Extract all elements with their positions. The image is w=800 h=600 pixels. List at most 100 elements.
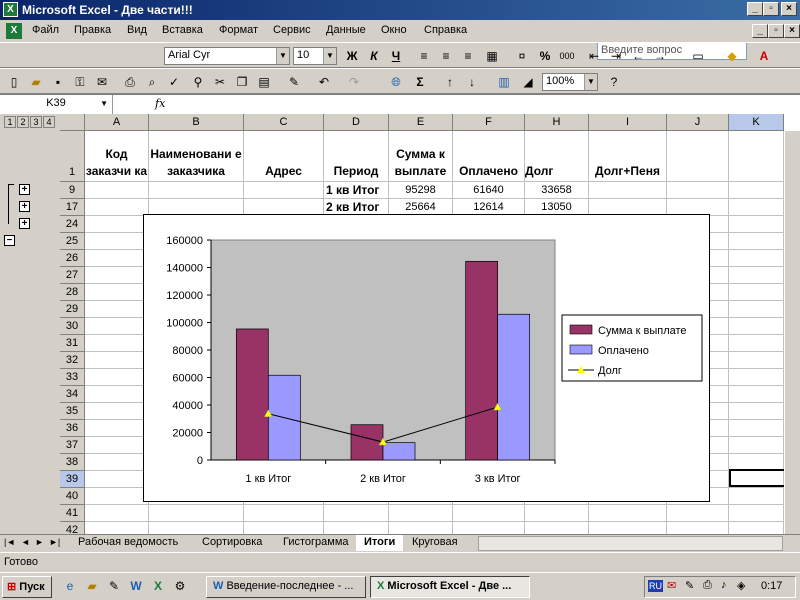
menu-view[interactable]: Вид (127, 24, 147, 36)
cell[interactable] (729, 505, 784, 522)
cell[interactable] (324, 522, 389, 534)
sort-ascending-icon[interactable]: ↑ (440, 73, 460, 91)
row-header-30[interactable]: 30 (60, 318, 85, 335)
cell[interactable] (324, 505, 389, 522)
row-header-36[interactable]: 36 (60, 420, 85, 437)
row-header-26[interactable]: 26 (60, 250, 85, 267)
save-icon[interactable]: ▪ (48, 73, 68, 91)
decrease-indent-icon[interactable]: ⇤ (584, 47, 604, 65)
cell-period[interactable]: 1 кв Итог (324, 182, 389, 199)
cell[interactable] (729, 403, 784, 420)
column-header-f[interactable]: F (453, 114, 525, 131)
column-header-e[interactable]: E (389, 114, 453, 131)
cell-i9[interactable] (589, 182, 667, 199)
copy-icon[interactable]: ❐ (232, 73, 252, 91)
cell[interactable] (85, 471, 149, 488)
column-header-k[interactable]: K (729, 114, 784, 131)
last-sheet-icon[interactable]: ►| (49, 537, 60, 547)
cell[interactable] (85, 488, 149, 505)
restore-button[interactable]: ▫ (763, 2, 779, 16)
percent-button[interactable]: % (535, 47, 555, 65)
outline-level-2-button[interactable]: 2 (17, 116, 29, 128)
header-cell-a[interactable]: Код заказчи ка (85, 131, 149, 182)
sort-descending-icon[interactable]: ↓ (462, 73, 482, 91)
outline-level-3-button[interactable]: 3 (30, 116, 42, 128)
column-header-h[interactable]: H (525, 114, 589, 131)
cell[interactable] (85, 250, 149, 267)
prev-sheet-icon[interactable]: ◄ (21, 537, 30, 547)
sheet-tab-pie[interactable]: Круговая (404, 535, 466, 551)
header-cell-b[interactable]: Наименовани е заказчика (149, 131, 244, 182)
column-header-i[interactable]: I (589, 114, 667, 131)
bar[interactable] (235, 328, 269, 461)
cell[interactable] (729, 233, 784, 250)
cell[interactable] (667, 505, 729, 522)
column-header-c[interactable]: C (244, 114, 324, 131)
tray-speaker-icon[interactable]: ♪ (721, 579, 727, 591)
sheet-tab-workbook[interactable]: Рабочая ведомость (70, 535, 186, 551)
doc-restore-button[interactable]: ▫ (768, 24, 784, 38)
cell-paid[interactable]: 61640 (453, 182, 525, 199)
fill-color-icon[interactable]: ◆ (722, 47, 742, 65)
research-icon[interactable]: ⚲ (188, 73, 208, 91)
cell[interactable] (729, 267, 784, 284)
cell[interactable] (729, 386, 784, 403)
task-excel-workbook[interactable]: X Microsoft Excel - Две ... (370, 576, 530, 598)
expand-group-button[interactable]: + (19, 218, 30, 229)
row-header-17[interactable]: 17 (60, 199, 85, 216)
merge-center-icon[interactable]: ▦ (482, 47, 502, 65)
excel-quick-icon[interactable]: X (148, 577, 168, 595)
cell[interactable] (85, 233, 149, 250)
name-box[interactable]: K39 ▼ (0, 95, 113, 114)
menu-data[interactable]: Данные (326, 24, 366, 36)
bar[interactable] (497, 313, 531, 461)
cell[interactable] (729, 420, 784, 437)
collapse-group-button[interactable]: − (4, 235, 15, 246)
row-header-28[interactable]: 28 (60, 284, 85, 301)
cell[interactable] (729, 335, 784, 352)
font-color-icon[interactable]: A (754, 47, 774, 65)
close-button[interactable]: × (781, 2, 797, 16)
menu-format[interactable]: Формат (219, 24, 258, 36)
cell[interactable] (729, 369, 784, 386)
font-size-combo[interactable]: 10 ▼ (293, 47, 337, 65)
menu-file[interactable]: Файл (32, 24, 59, 36)
cell[interactable] (729, 284, 784, 301)
header-cell-d[interactable]: Период (324, 131, 389, 182)
print-preview-icon[interactable]: ⌕ (142, 73, 162, 91)
column-header-j[interactable]: J (667, 114, 729, 131)
vertical-scrollbar[interactable] (784, 131, 800, 534)
cell[interactable] (453, 522, 525, 534)
function-icon[interactable]: fx (155, 97, 165, 110)
italic-button[interactable]: К (364, 47, 384, 65)
row-header-1[interactable]: 1 (60, 131, 85, 182)
cell[interactable] (729, 352, 784, 369)
hyperlink-icon[interactable]: 🌐︎ (386, 73, 406, 91)
cut-icon[interactable]: ✂ (210, 73, 230, 91)
active-cell-k39[interactable] (729, 469, 789, 487)
bar[interactable] (465, 260, 499, 461)
redo-icon[interactable]: ↷ (344, 73, 364, 91)
cell[interactable] (729, 182, 784, 199)
autosum-icon[interactable]: Σ (410, 73, 430, 91)
next-sheet-icon[interactable]: ► (35, 537, 44, 547)
cell[interactable] (525, 505, 589, 522)
cell[interactable] (589, 522, 667, 534)
thousands-button[interactable]: 000 (557, 47, 577, 65)
row-header-24[interactable]: 24 (60, 216, 85, 233)
doc-close-button[interactable]: × (784, 24, 800, 38)
chart-wizard-icon[interactable]: ▥ (494, 73, 514, 91)
cell[interactable] (729, 522, 784, 534)
cell[interactable] (389, 505, 453, 522)
permission-icon[interactable]: ⚿ (70, 73, 90, 91)
horizontal-scrollbar[interactable] (478, 536, 783, 551)
workbook-icon[interactable]: X (6, 23, 22, 39)
font-name-combo[interactable]: Arial Cyr ▼ (164, 47, 290, 65)
select-all-corner[interactable] (60, 114, 85, 131)
header-cell-f[interactable]: Оплачено (453, 131, 525, 182)
row-header-39[interactable]: 39 (60, 471, 85, 488)
cell[interactable] (149, 505, 244, 522)
cell-c9[interactable] (244, 182, 324, 199)
word-icon[interactable]: W (126, 577, 146, 595)
cell[interactable] (729, 301, 784, 318)
